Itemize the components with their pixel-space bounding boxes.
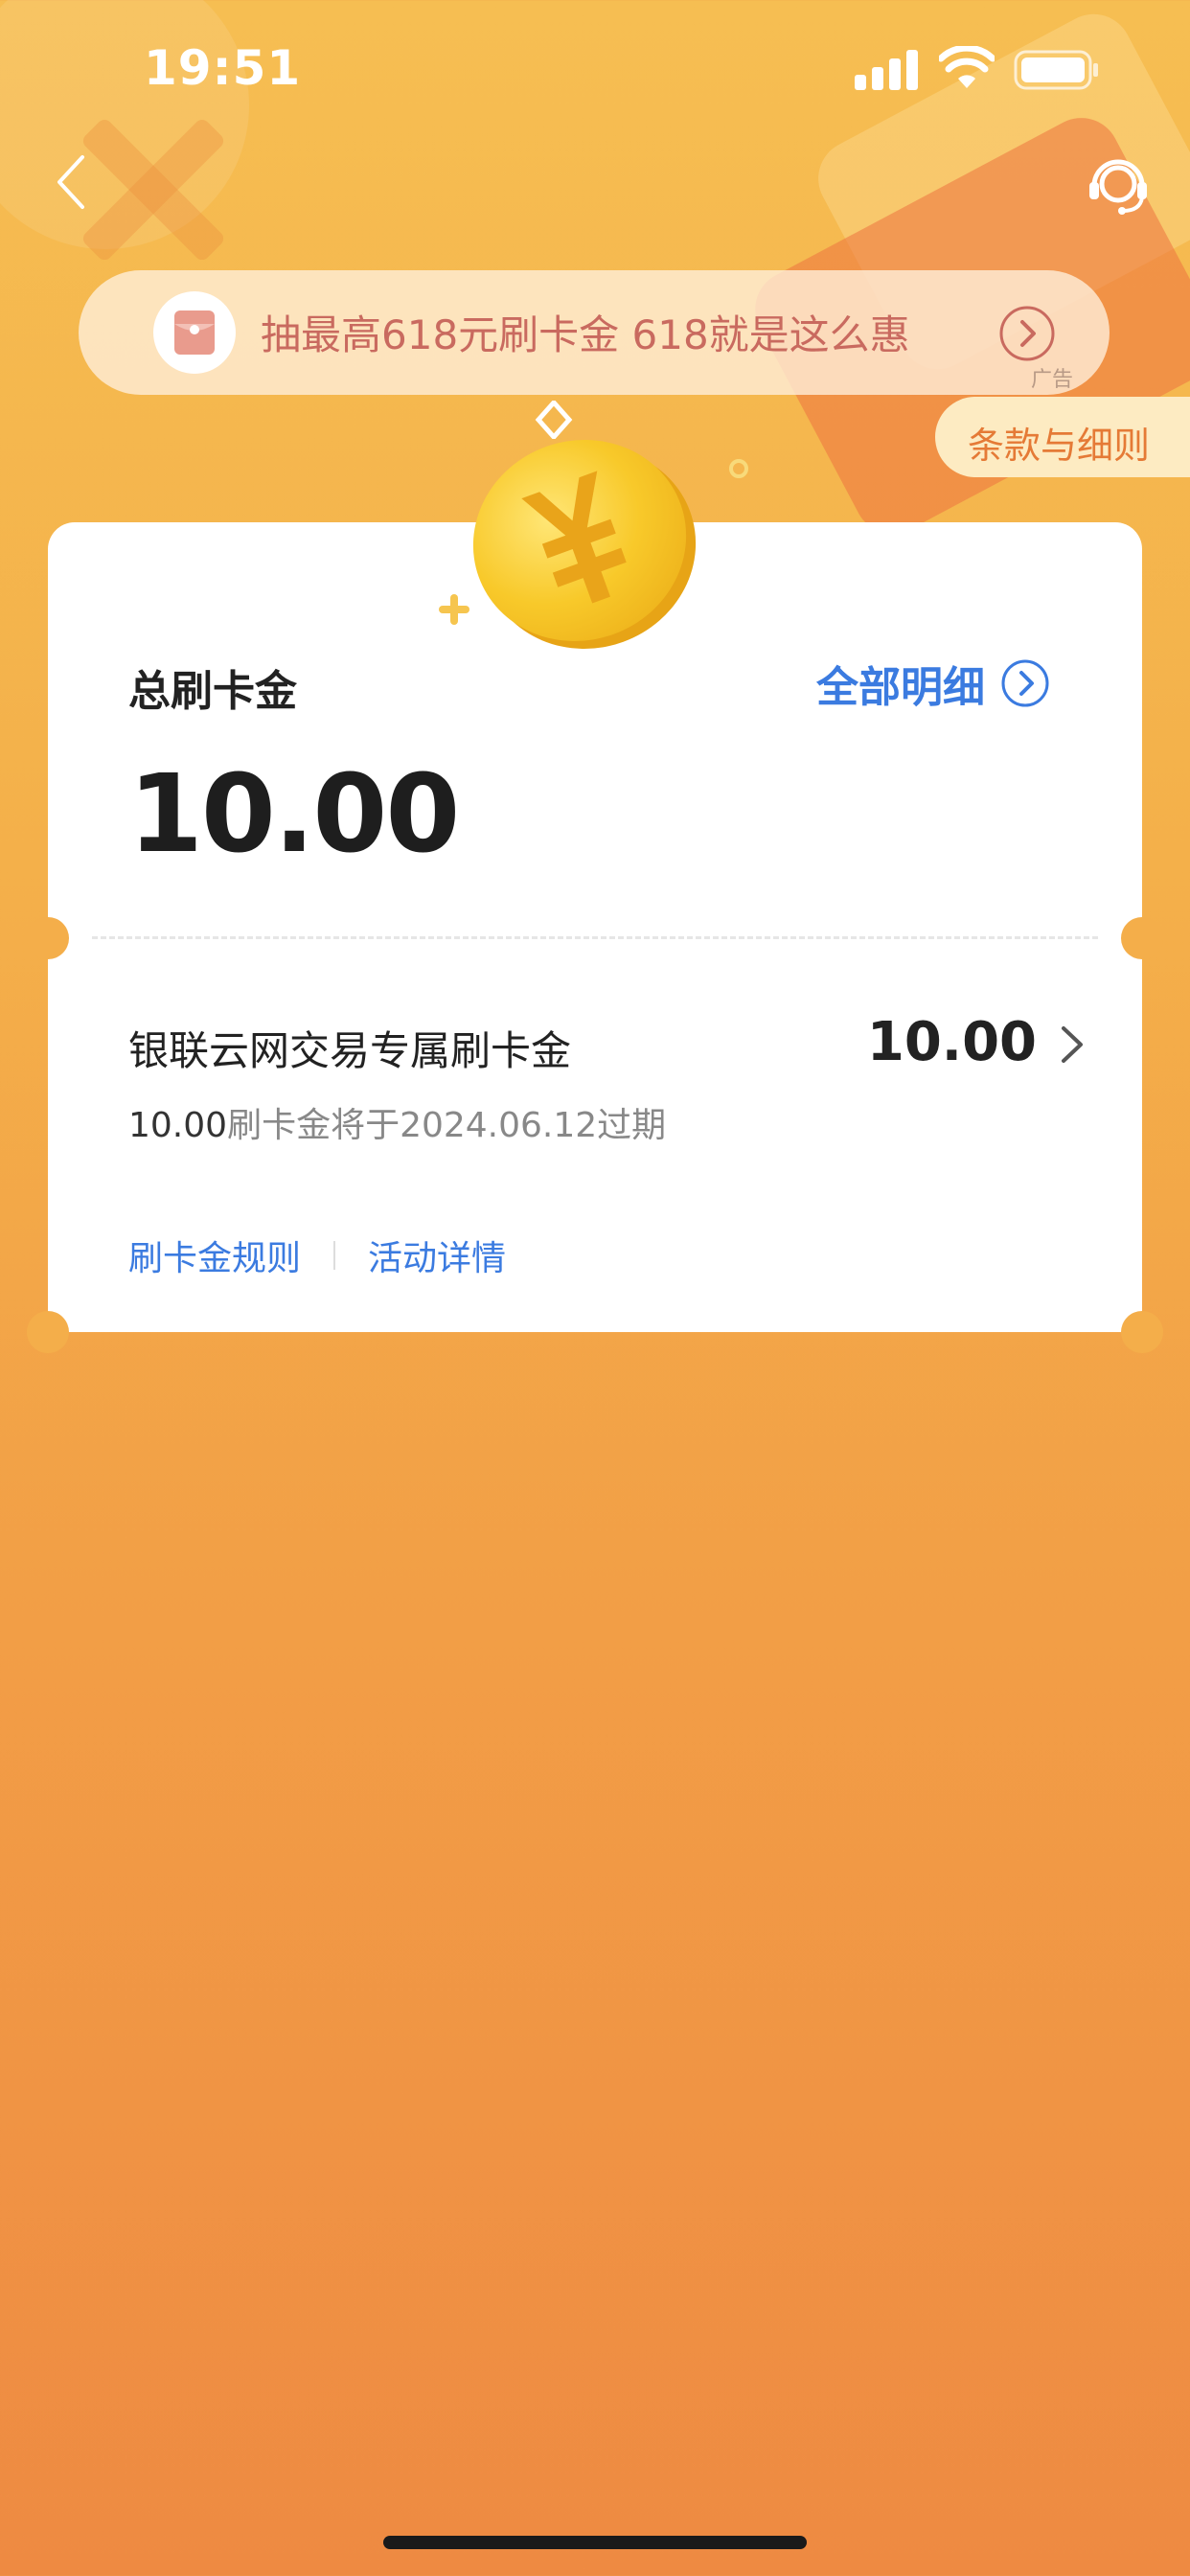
item-amount: 10.00 bbox=[866, 1011, 1037, 1073]
wifi-icon bbox=[939, 46, 995, 88]
sparkle-icon bbox=[729, 459, 748, 478]
customer-service-icon[interactable] bbox=[1087, 153, 1150, 217]
gift-icon bbox=[153, 291, 236, 374]
item-title: 银联云网交易专属刷卡金 bbox=[128, 1027, 572, 1074]
activity-details-link[interactable]: 活动详情 bbox=[368, 1230, 506, 1280]
card-notch bbox=[27, 917, 69, 959]
chevron-right-circle-icon bbox=[1001, 659, 1049, 707]
card-item-row[interactable]: 银联云网交易专属刷卡金 10.00 bbox=[128, 1011, 1087, 1088]
sparkle-icon bbox=[535, 401, 573, 439]
total-label: 总刷卡金 bbox=[128, 667, 297, 716]
all-details-link[interactable]: 全部明细 bbox=[816, 655, 1050, 712]
status-bar: 19:51 bbox=[0, 0, 1190, 144]
expiry-text: 刷卡金将于2024.06.12过期 bbox=[227, 1106, 667, 1145]
all-details-label: 全部明细 bbox=[816, 663, 985, 712]
rules-link[interactable]: 刷卡金规则 bbox=[128, 1230, 301, 1280]
chevron-right-icon bbox=[1062, 1026, 1083, 1063]
terms-label: 条款与细则 bbox=[968, 425, 1151, 467]
home-indicator bbox=[383, 2536, 807, 2549]
terms-button[interactable]: 条款与细则 bbox=[935, 397, 1190, 477]
dashed-divider bbox=[92, 936, 1098, 939]
card-notch bbox=[27, 1311, 69, 1353]
signal-icon bbox=[855, 50, 918, 90]
card-links: 刷卡金规则 活动详情 bbox=[128, 1231, 506, 1279]
card-notch bbox=[1121, 917, 1163, 959]
expiry-amount: 10.00 bbox=[128, 1106, 228, 1145]
item-expiry: 10.00刷卡金将于2024.06.12过期 bbox=[128, 1097, 666, 1147]
battery-icon bbox=[1014, 50, 1098, 90]
ad-label: 广告 bbox=[1031, 368, 1074, 392]
link-separator bbox=[333, 1241, 336, 1270]
total-amount: 10.00 bbox=[128, 752, 460, 877]
chevron-right-circle-icon[interactable] bbox=[998, 305, 1056, 362]
balance-card: 总刷卡金 全部明细 10.00 银联云网交易专属刷卡金 10.00 10.00刷… bbox=[27, 522, 1163, 1353]
ad-text: 抽最高618元刷卡金 618就是这么惠 bbox=[261, 311, 910, 358]
status-time: 19:51 bbox=[144, 40, 302, 96]
back-button[interactable] bbox=[48, 151, 96, 213]
ad-banner[interactable]: 抽最高618元刷卡金 618就是这么惠 广告 bbox=[79, 270, 1110, 395]
card-notch bbox=[1121, 1311, 1163, 1353]
